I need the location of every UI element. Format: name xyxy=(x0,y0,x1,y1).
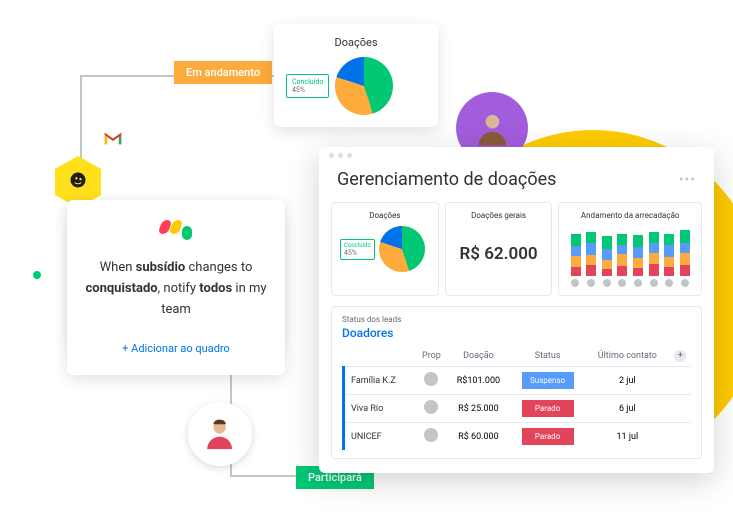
table-row[interactable]: Família K.Z R$101.000 Suspenso 2 jul xyxy=(344,367,692,395)
pie-legend: Concluído 45% xyxy=(340,239,375,260)
cell-ultimo[interactable]: 11 jul xyxy=(585,423,669,451)
widget-doacoes-total[interactable]: Doações gerais R$ 62.000 xyxy=(445,202,553,296)
widget-title: Andamento da arrecadação xyxy=(567,211,693,220)
status-pill[interactable]: Parado xyxy=(522,400,574,417)
person-icon xyxy=(472,108,513,149)
mailchimp-icon xyxy=(68,170,88,195)
pie-legend: Concluído 45% xyxy=(286,74,329,98)
total-value: R$ 62.000 xyxy=(454,226,544,282)
table-row[interactable]: Viva Rio R$ 25.000 Parado 6 jul xyxy=(344,395,692,423)
cell-name[interactable]: Viva Rio xyxy=(344,395,417,423)
widget-andamento-bars[interactable]: Andamento da arrecadação xyxy=(558,202,702,296)
automation-card[interactable]: When subsídio changes to conquistado, no… xyxy=(67,200,285,375)
more-menu-button[interactable]: ••• xyxy=(679,172,696,188)
cell-status[interactable]: Parado xyxy=(510,423,585,451)
leads-title[interactable]: Doadores xyxy=(342,326,691,340)
col-status[interactable]: Status xyxy=(510,346,585,367)
person-icon xyxy=(201,415,238,452)
col-doacao[interactable]: Doação xyxy=(447,346,510,367)
widget-title: Doações xyxy=(286,36,426,49)
cell-prop[interactable] xyxy=(416,395,447,423)
status-pill[interactable]: Suspenso xyxy=(522,372,574,389)
monday-logo-icon xyxy=(85,220,267,240)
automation-field[interactable]: conquistado xyxy=(85,281,157,296)
legend-label: Concluído xyxy=(344,242,371,249)
window-chrome xyxy=(319,147,714,163)
add-column-button[interactable]: + xyxy=(674,350,686,362)
avatar-icon xyxy=(424,372,438,386)
automation-recipe-text: When subsídio changes to conquistado, no… xyxy=(85,258,267,320)
legend-label: Concluído xyxy=(292,78,323,86)
leads-section: Status dos leads Doadores Prop Doação St… xyxy=(331,306,702,459)
gmail-icon xyxy=(103,130,123,151)
cell-prop[interactable] xyxy=(416,367,447,395)
cell-ultimo[interactable]: 2 jul xyxy=(585,367,669,395)
cell-ultimo[interactable]: 6 jul xyxy=(585,395,669,423)
stacked-bar-chart xyxy=(567,226,693,276)
text: When xyxy=(100,260,136,275)
dashboard-title: Gerenciamento de doações xyxy=(337,169,556,190)
connector-dot xyxy=(33,271,41,279)
widget-title: Doações gerais xyxy=(454,211,544,220)
pie-chart xyxy=(379,226,425,272)
avatar-icon xyxy=(424,400,438,414)
dashboard-window: Gerenciamento de doações ••• Doações Con… xyxy=(319,147,714,473)
cell-name[interactable]: UNICEF xyxy=(344,423,417,451)
section-label: Status dos leads xyxy=(342,315,691,324)
cell-doacao[interactable]: R$ 60.000 xyxy=(447,423,510,451)
table-row[interactable]: UNICEF R$ 60.000 Parado 11 jul xyxy=(344,423,692,451)
widget-doacoes-pie[interactable]: Doações Concluído 45% xyxy=(331,202,439,296)
text: changes to xyxy=(185,260,252,275)
text: , notify xyxy=(158,281,200,296)
cell-prop[interactable] xyxy=(416,423,447,451)
status-pill[interactable]: Parado xyxy=(522,428,574,445)
col-prop[interactable]: Prop xyxy=(416,346,447,367)
legend-pct: 45% xyxy=(344,249,371,257)
automation-field[interactable]: todos xyxy=(199,281,232,296)
leads-table: Prop Doação Status Último contato + Famí… xyxy=(342,346,691,450)
cell-status[interactable]: Parado xyxy=(510,395,585,423)
add-to-board-link[interactable]: + Adicionar ao quadro xyxy=(85,342,267,355)
cell-name[interactable]: Família K.Z xyxy=(344,367,417,395)
cell-status[interactable]: Suspenso xyxy=(510,367,585,395)
col-ultimo[interactable]: Último contato xyxy=(585,346,669,367)
doacoes-widget-card: Doações Concluído 45% xyxy=(274,24,438,127)
widget-title: Doações xyxy=(340,211,430,220)
avatar-icon xyxy=(424,428,438,442)
bar-axis-avatars xyxy=(567,279,693,287)
cell-doacao[interactable]: R$ 25.000 xyxy=(447,395,510,423)
automation-field[interactable]: subsídio xyxy=(136,260,186,275)
pie-chart xyxy=(335,57,393,115)
status-badge-em-andamento: Em andamento xyxy=(174,61,272,84)
cell-doacao[interactable]: R$101.000 xyxy=(447,367,510,395)
legend-pct: 45% xyxy=(292,86,323,94)
avatar xyxy=(188,402,252,466)
